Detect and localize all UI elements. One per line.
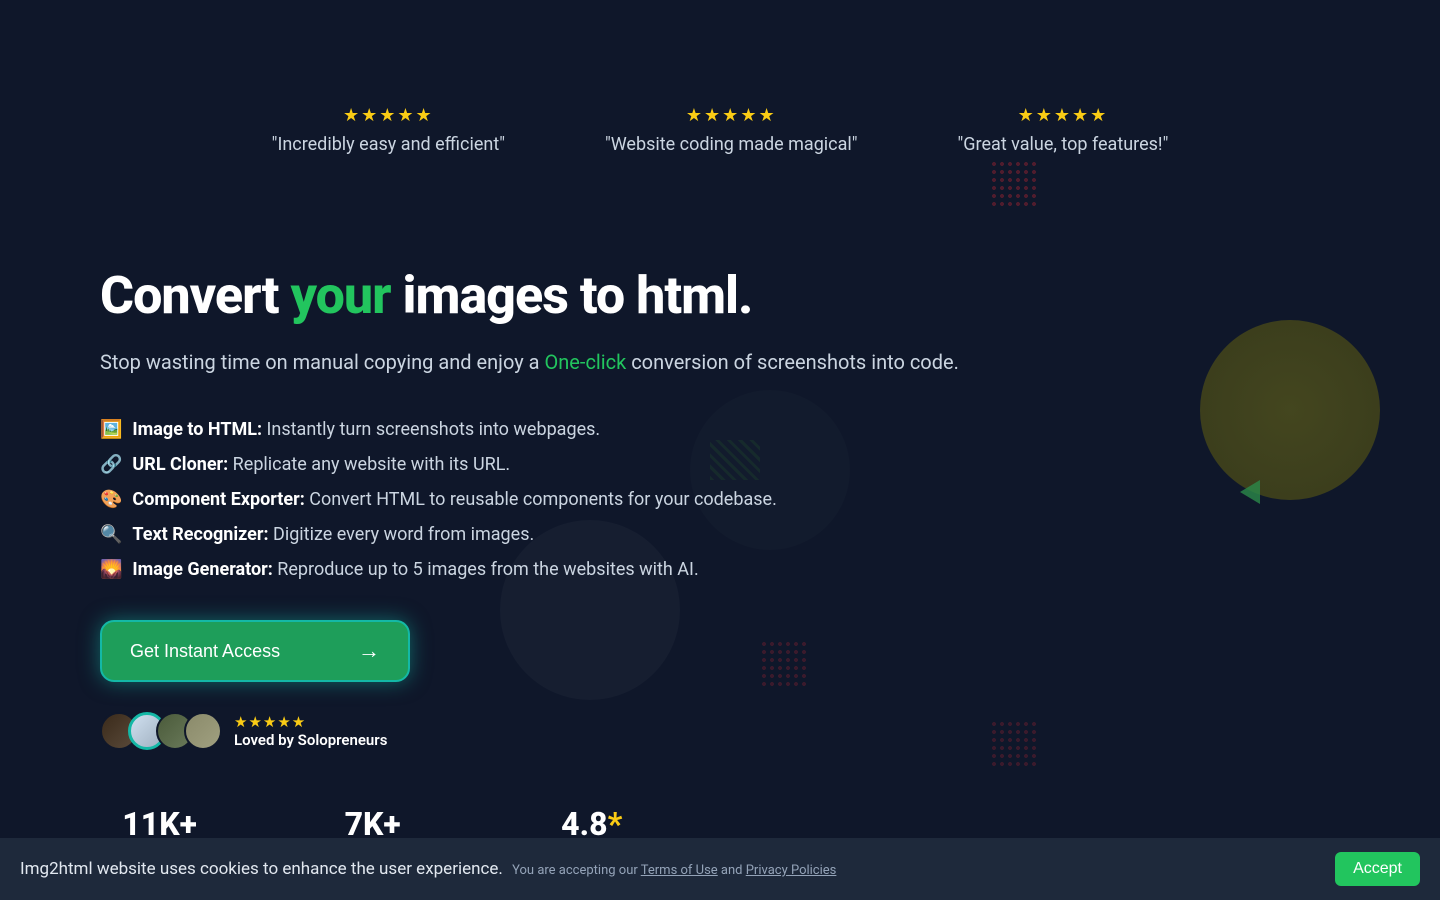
social-proof-text: ★★★★★ Loved by Solopreneurs — [234, 713, 387, 749]
testimonial-quote: "Website coding made magical" — [605, 134, 858, 155]
avatar-group — [100, 712, 222, 750]
cta-label: Get Instant Access — [130, 641, 280, 662]
feature-item: 🔗 URL Cloner: Replicate any website with… — [100, 454, 1440, 475]
star-rating: ★★★★★ — [272, 105, 505, 126]
feature-title: Component Exporter: — [132, 489, 304, 510]
headline-text: images to html. — [391, 265, 753, 326]
avatar — [184, 712, 222, 750]
get-instant-access-button[interactable]: Get Instant Access → — [100, 620, 410, 682]
cookie-banner: Img2html website uses cookies to enhance… — [0, 838, 1440, 900]
features-list: 🖼️ Image to HTML: Instantly turn screens… — [100, 419, 1440, 580]
subheadline-highlight: One-click — [545, 350, 627, 374]
feature-item: 🔍 Text Recognizer: Digitize every word f… — [100, 524, 1440, 545]
social-proof-label: Loved by Solopreneurs — [234, 731, 387, 749]
testimonial-item: ★★★★★ "Great value, top features!" — [958, 105, 1169, 155]
feature-emoji-icon: 🎨 — [100, 489, 122, 510]
page-headline: Convert your images to html. — [100, 265, 1440, 326]
feature-emoji-icon: 🔗 — [100, 454, 122, 475]
testimonial-quote: "Incredibly easy and efficient" — [272, 134, 505, 155]
feature-desc: Instantly turn screenshots into webpages… — [262, 419, 600, 440]
cookie-main-text: Img2html website uses cookies to enhance… — [20, 859, 503, 879]
feature-desc: Convert HTML to reusable components for … — [305, 489, 777, 510]
headline-text: Convert — [100, 265, 290, 326]
subheadline-text: Stop wasting time on manual copying and … — [100, 350, 545, 374]
subheadline-text: conversion of screenshots into code. — [626, 350, 959, 374]
cookie-sub-text: You are accepting our Terms of Use and P… — [509, 863, 837, 878]
feature-emoji-icon: 🌄 — [100, 559, 122, 580]
testimonial-item: ★★★★★ "Incredibly easy and efficient" — [272, 105, 505, 155]
feature-title: URL Cloner: — [132, 454, 228, 475]
feature-title: Text Recognizer: — [132, 524, 268, 545]
star-rating: ★★★★★ — [605, 105, 858, 126]
hero-section: Convert your images to html. Stop wastin… — [0, 155, 1440, 750]
feature-item: 🖼️ Image to HTML: Instantly turn screens… — [100, 419, 1440, 440]
accept-cookies-button[interactable]: Accept — [1335, 852, 1420, 886]
feature-desc: Reproduce up to 5 images from the websit… — [273, 559, 699, 580]
headline-highlight: your — [290, 265, 390, 326]
feature-title: Image to HTML: — [132, 419, 262, 440]
cookie-message: Img2html website uses cookies to enhance… — [20, 859, 836, 879]
terms-link[interactable]: Terms of Use — [641, 863, 718, 878]
feature-desc: Digitize every word from images. — [269, 524, 535, 545]
feature-desc: Replicate any website with its URL. — [228, 454, 510, 475]
privacy-link[interactable]: Privacy Policies — [746, 863, 837, 878]
feature-emoji-icon: 🖼️ — [100, 419, 122, 440]
arrow-right-icon: → — [358, 638, 380, 664]
subheadline: Stop wasting time on manual copying and … — [100, 350, 1440, 374]
testimonials-row: ★★★★★ "Incredibly easy and efficient" ★★… — [0, 0, 1440, 155]
star-rating: ★★★★★ — [234, 713, 387, 731]
feature-item: 🌄 Image Generator: Reproduce up to 5 ima… — [100, 559, 1440, 580]
feature-title: Image Generator: — [132, 559, 272, 580]
testimonial-quote: "Great value, top features!" — [958, 134, 1169, 155]
star-rating: ★★★★★ — [958, 105, 1169, 126]
feature-emoji-icon: 🔍 — [100, 524, 122, 545]
feature-item: 🎨 Component Exporter: Convert HTML to re… — [100, 489, 1440, 510]
social-proof: ★★★★★ Loved by Solopreneurs — [100, 712, 1440, 750]
testimonial-item: ★★★★★ "Website coding made magical" — [605, 105, 858, 155]
